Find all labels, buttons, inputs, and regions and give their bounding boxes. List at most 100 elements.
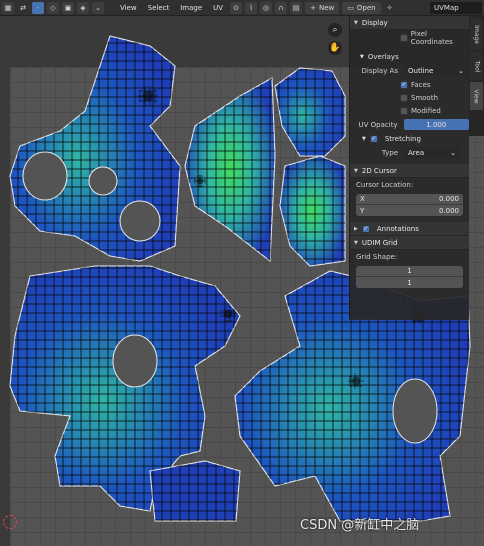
x-label: X — [360, 195, 365, 203]
sync-selection-icon[interactable]: ⇄ — [17, 2, 29, 14]
smooth-checkbox[interactable] — [400, 93, 408, 102]
display-as-dropdown[interactable]: Outline ⌄ — [404, 65, 468, 76]
uv-opacity-label: UV Opacity — [358, 120, 398, 129]
chevron-down-icon: ⌄ — [458, 66, 464, 75]
pixel-coordinates-label: Pixel Coordinates — [410, 30, 453, 46]
sidebar-tabs: Image Tool View — [469, 16, 484, 136]
display-panel-header[interactable]: ▼ Display — [350, 16, 469, 30]
pixel-coordinates-checkbox[interactable] — [400, 34, 408, 42]
falloff-icon[interactable]: ∩ — [275, 1, 288, 14]
y-label: Y — [360, 206, 365, 215]
vertex-select-icon[interactable]: · — [32, 1, 44, 14]
uv-pole-center-3 — [351, 376, 361, 386]
image-browse-icon[interactable]: ▤ — [290, 1, 303, 14]
pin-icon[interactable]: ✧ — [384, 2, 396, 14]
type-value: Area — [408, 148, 425, 157]
cursor-x-field[interactable]: X 0.000 — [356, 194, 463, 205]
uv-opacity-slider[interactable]: 1.000 — [403, 119, 469, 130]
stretching-checkbox[interactable] — [369, 134, 378, 143]
uv-island-bottom-strip-mesh — [150, 461, 240, 521]
display-as-label: Display As — [361, 66, 398, 75]
cursor-y-field[interactable]: Y 0.000 — [356, 205, 463, 216]
menu-view[interactable]: View — [116, 4, 141, 12]
grid-shape-x-field[interactable]: 1 — [356, 266, 463, 277]
type-label: Type — [381, 148, 398, 157]
x-value: 0.000 — [438, 195, 459, 203]
expand-icon: ▶ — [354, 225, 358, 232]
display-title: Display — [361, 18, 388, 27]
uv-hole-4 — [112, 334, 158, 388]
faces-checkbox[interactable] — [400, 80, 408, 89]
collapse-icon: ▼ — [354, 167, 358, 174]
pivot-icon[interactable]: ⊙ — [230, 1, 243, 14]
tab-view[interactable]: View — [470, 82, 483, 110]
modified-toggle[interactable]: Modified — [350, 104, 469, 117]
annotations-title: Annotations — [376, 224, 419, 233]
udim-title: UDIM Grid — [361, 238, 398, 247]
collapse-icon: ▼ — [362, 135, 366, 142]
sticky-select-icon[interactable]: ⌄ — [92, 1, 104, 14]
menu-select[interactable]: Select — [144, 4, 174, 12]
annotations-panel-header[interactable]: ▶ Annotations — [350, 222, 469, 236]
uv-opacity-row: UV Opacity 1.000 — [350, 117, 469, 132]
display-as-value: Outline — [408, 66, 434, 75]
faces-toggle[interactable]: Faces — [350, 78, 469, 91]
tab-image[interactable]: Image — [470, 18, 483, 50]
smooth-label: Smooth — [411, 93, 439, 102]
new-label: New — [318, 3, 335, 12]
cursor-location-label: Cursor Location: — [356, 181, 414, 189]
faces-label: Faces — [411, 80, 431, 89]
stretching-subpanel-header[interactable]: ▼ Stretching — [350, 132, 469, 145]
grid-shape-y-field[interactable]: 1 — [356, 277, 463, 288]
watermark-text: CSDN @新缸中之脑 — [300, 518, 420, 533]
island-select-icon[interactable]: ◈ — [77, 1, 89, 14]
uv-hole-3 — [119, 200, 161, 242]
folder-icon: ▭ — [347, 3, 354, 12]
open-label: Open — [356, 3, 376, 12]
udim-panel-header[interactable]: ▼ UDIM Grid — [350, 236, 469, 250]
smooth-toggle[interactable]: Smooth — [350, 91, 469, 104]
stretching-label: Stretching — [384, 134, 421, 143]
uvmap-field[interactable]: UVMap — [430, 2, 482, 14]
menu-image[interactable]: Image — [176, 4, 206, 12]
overlays-subpanel-header[interactable]: ▼ Overlays — [350, 50, 469, 63]
cursor-panel-header[interactable]: ▼ 2D Cursor — [350, 164, 469, 178]
uv-island-top-right-mesh — [275, 68, 345, 156]
zoom-icon[interactable]: ⌕ — [328, 23, 342, 37]
modified-label: Modified — [411, 106, 441, 115]
hand-pan-icon[interactable]: ✋ — [328, 41, 342, 55]
editor-type-icon[interactable]: ▦ — [2, 1, 14, 14]
uv-island-leaf-mesh — [185, 78, 275, 261]
plus-icon: + — [310, 3, 316, 12]
grid-shape-fields: 1 1 — [356, 266, 463, 288]
stretch-type-dropdown[interactable]: Area ⌄ — [404, 147, 460, 158]
snap-icon[interactable]: ⌇ — [245, 1, 258, 14]
y-value: 0.000 — [438, 206, 459, 215]
header-bar: ▦ ⇄ · ◇ ▣ ◈ ⌄ View Select Image UV ⊙ ⌇ ◎… — [0, 0, 484, 16]
new-image-button[interactable]: + New — [305, 1, 340, 14]
tab-tool[interactable]: Tool — [470, 52, 483, 80]
sidebar-panel: ▼ Display Pixel Coordinates ▼ Overlays D… — [349, 16, 469, 320]
cursor-title: 2D Cursor — [361, 166, 397, 175]
uv-island-right-mid-mesh — [280, 156, 345, 266]
menu-uv[interactable]: UV — [209, 4, 227, 12]
display-as-row: Display As Outline ⌄ — [350, 63, 469, 78]
collapse-icon: ▼ — [354, 19, 358, 26]
grid-shape-label: Grid Shape: — [356, 253, 398, 261]
proportional-edit-icon[interactable]: ◎ — [260, 1, 273, 14]
modified-checkbox[interactable] — [400, 106, 408, 115]
edge-select-icon[interactable]: ◇ — [47, 1, 59, 14]
chevron-down-icon: ⌄ — [450, 148, 456, 157]
uv-hole-5 — [392, 378, 438, 444]
uv-hole-1 — [22, 151, 68, 201]
face-select-icon[interactable]: ▣ — [62, 1, 74, 14]
collapse-icon: ▼ — [360, 53, 364, 60]
open-image-button[interactable]: ▭ Open — [342, 1, 381, 14]
2d-cursor[interactable] — [3, 515, 17, 529]
pixel-coordinates-toggle[interactable]: Pixel Coordinates — [350, 30, 469, 46]
uv-pole-center-4 — [196, 177, 204, 185]
stretch-type-row: Type Area ⌄ — [350, 145, 469, 160]
annotations-checkbox[interactable] — [361, 224, 370, 233]
uv-pole-center-0 — [142, 90, 154, 102]
uv-pole-center-1 — [223, 309, 233, 319]
